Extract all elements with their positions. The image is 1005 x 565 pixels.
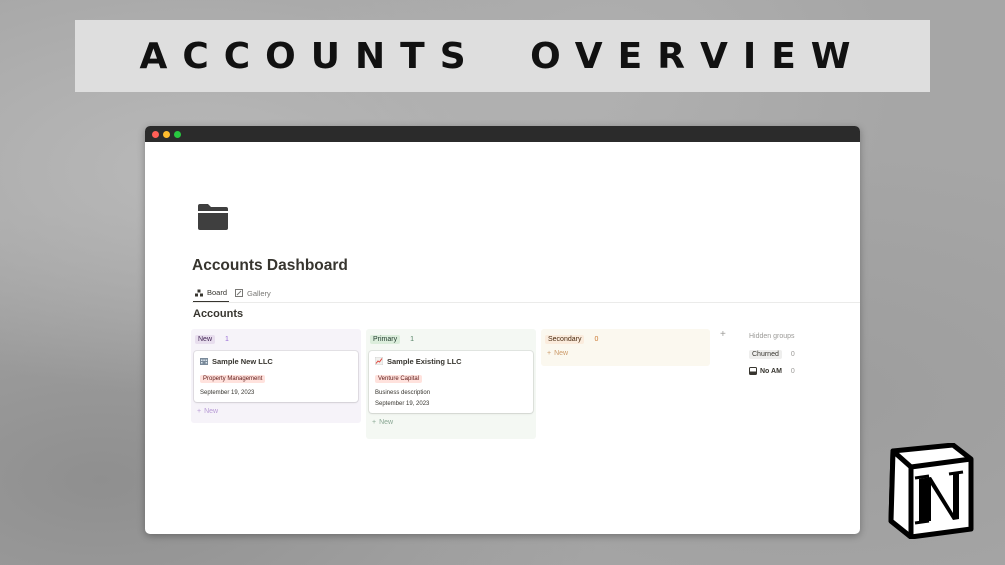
inbox-icon bbox=[749, 367, 757, 375]
add-group-button[interactable]: + bbox=[720, 329, 726, 340]
tab-board[interactable]: Board bbox=[193, 286, 230, 302]
industry-tag: Property Management bbox=[200, 375, 266, 383]
board-column-secondary: Secondary 0 + New bbox=[541, 329, 710, 366]
group-count: 0 bbox=[790, 351, 795, 358]
notion-logo bbox=[888, 443, 974, 539]
page-title: Accounts Dashboard bbox=[192, 257, 348, 274]
group-tag-primary: Primary bbox=[370, 334, 401, 344]
banner-title: ACCOUNTS OVERVIEW bbox=[139, 35, 866, 77]
column-header[interactable]: Secondary 0 bbox=[544, 332, 707, 346]
tab-gallery-label: Gallery bbox=[247, 288, 271, 298]
industry-tag: Venture Capital bbox=[375, 375, 423, 383]
window-titlebar bbox=[145, 126, 860, 142]
add-new-button[interactable]: + New bbox=[369, 419, 533, 426]
plus-icon: + bbox=[197, 408, 202, 415]
card-description: Business description bbox=[375, 390, 431, 396]
account-card[interactable]: Sample New LLC Property Management Septe… bbox=[194, 351, 358, 402]
add-new-label: New bbox=[204, 408, 219, 415]
group-count: 0 bbox=[594, 335, 599, 343]
account-card[interactable]: Sample Existing LLC Venture Capital Busi… bbox=[369, 351, 533, 413]
close-window-button[interactable] bbox=[152, 131, 159, 138]
group-tag-churned: Churned bbox=[749, 350, 782, 359]
card-date: September 19, 2023 bbox=[375, 401, 430, 407]
app-window: Accounts Dashboard Board Gallery Account… bbox=[145, 126, 860, 534]
card-date: September 19, 2023 bbox=[200, 390, 255, 396]
folder-icon[interactable] bbox=[197, 202, 229, 232]
card-title: Sample New LLC bbox=[212, 356, 273, 366]
column-header[interactable]: New 1 bbox=[194, 332, 358, 346]
database-title[interactable]: Accounts bbox=[193, 308, 243, 320]
tab-gallery[interactable]: Gallery bbox=[233, 286, 273, 302]
add-new-label: New bbox=[554, 350, 569, 357]
tab-board-label: Board bbox=[207, 288, 228, 297]
gallery-icon bbox=[235, 289, 244, 297]
group-tag-new: New bbox=[195, 334, 216, 344]
hidden-groups-label: Hidden groups bbox=[749, 333, 795, 340]
group-count: 1 bbox=[225, 335, 229, 343]
minimize-window-button[interactable] bbox=[163, 131, 170, 138]
plus-icon: + bbox=[372, 419, 377, 426]
maximize-window-button[interactable] bbox=[174, 131, 181, 138]
column-header[interactable]: Primary 1 bbox=[369, 332, 533, 346]
tabs-divider bbox=[192, 302, 860, 303]
board-column-primary: Primary 1 Sample Existing LLC Venture Ca… bbox=[366, 329, 536, 439]
hidden-group-no-am[interactable]: No AM 0 bbox=[749, 367, 795, 375]
group-count: 1 bbox=[410, 335, 415, 343]
group-tag-secondary: Secondary bbox=[545, 334, 585, 344]
board-icon bbox=[195, 289, 203, 296]
add-new-button[interactable]: + New bbox=[194, 408, 358, 415]
hidden-group-churned[interactable]: Churned 0 bbox=[749, 350, 795, 359]
building-icon bbox=[200, 358, 208, 365]
add-new-label: New bbox=[379, 419, 394, 426]
overview-banner: ACCOUNTS OVERVIEW bbox=[75, 20, 930, 92]
plus-icon: + bbox=[547, 350, 552, 357]
view-tabs: Board Gallery bbox=[193, 286, 273, 302]
add-new-button[interactable]: + New bbox=[544, 350, 707, 357]
board-column-new: New 1 Sample New LLC Property Management… bbox=[191, 329, 361, 423]
chart-icon bbox=[375, 357, 383, 365]
group-label-no-am: No AM bbox=[760, 367, 782, 375]
card-title: Sample Existing LLC bbox=[387, 356, 462, 366]
group-count: 0 bbox=[790, 367, 795, 375]
